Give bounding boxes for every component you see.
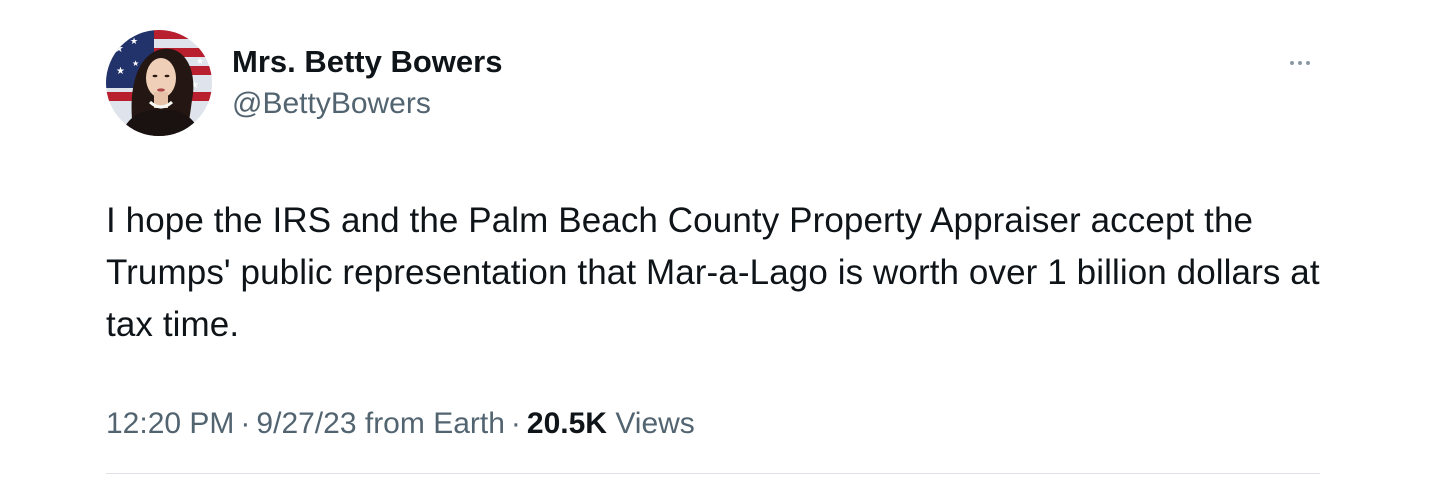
tweet-source: from Earth [364,407,505,440]
views-label[interactable]: Views [615,407,694,440]
author-display-name[interactable]: Mrs. Betty Bowers [232,40,502,84]
meta-separator: · [240,407,251,440]
svg-text:★: ★ [130,37,138,47]
tweet-time[interactable]: 12:20 PM [106,407,234,440]
svg-text:★: ★ [114,42,124,55]
more-horizontal-icon [1290,61,1294,65]
more-horizontal-icon-dot [1306,61,1310,65]
more-horizontal-icon-dot [1298,61,1302,65]
tweet-card: ★ ★ ★ ★ ★ ★ Mrs. Betty Bowers @BettyBowe… [0,0,1436,488]
more-options-button[interactable] [1280,50,1320,76]
views-count[interactable]: 20.5K [527,407,607,440]
tweet-text: I hope the IRS and the Palm Beach County… [106,201,1320,344]
avatar[interactable]: ★ ★ ★ ★ ★ ★ [106,30,212,136]
meta-separator: · [510,407,521,440]
svg-text:★: ★ [196,57,204,67]
divider [106,473,1320,474]
author-handle[interactable]: @BettyBowers [232,84,502,124]
author-block: Mrs. Betty Bowers @BettyBowers [232,40,502,124]
tweet-meta: 12:20 PM · 9/27/23 from Earth · 20.5K Views [106,402,695,446]
tweet-date[interactable]: 9/27/23 [256,407,356,440]
svg-text:★: ★ [116,66,125,77]
svg-text:★: ★ [132,59,139,68]
profile-photo-icon: ★ ★ ★ ★ ★ ★ [106,30,212,136]
